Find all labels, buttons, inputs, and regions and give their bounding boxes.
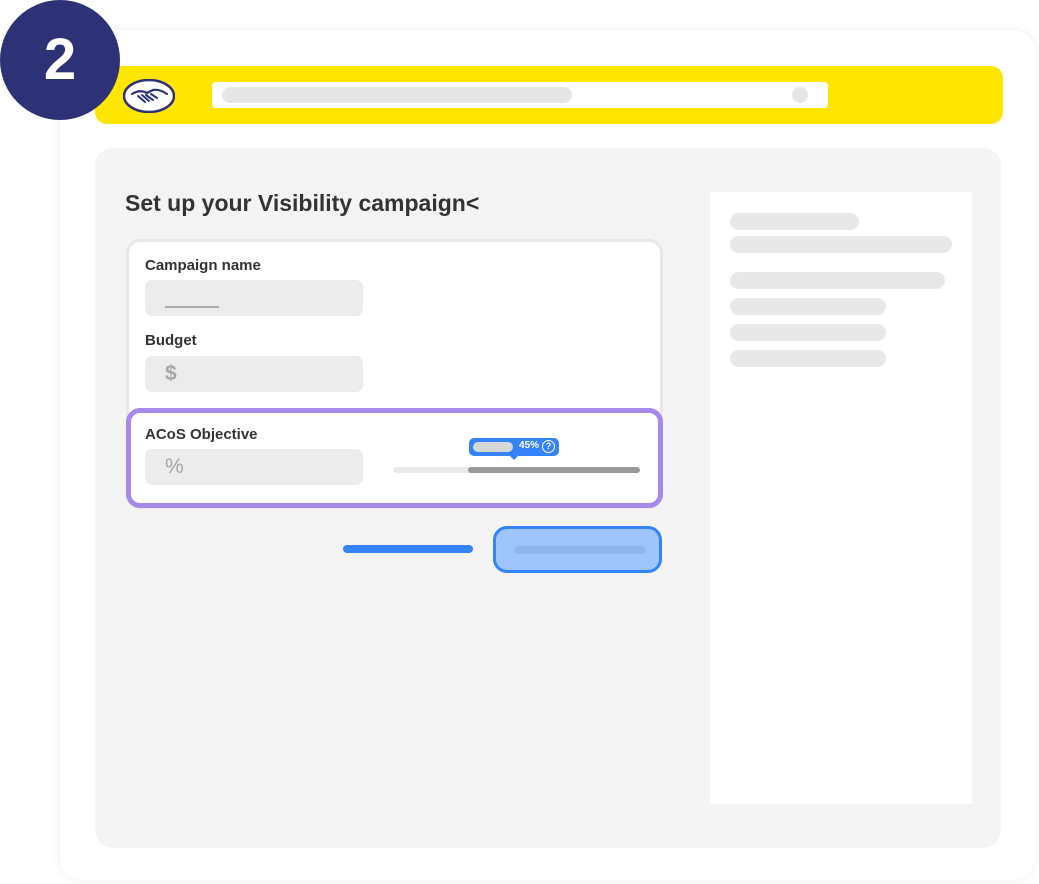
acos-objective-input[interactable]: % [145, 449, 363, 485]
side-panel [710, 192, 972, 804]
page-title: Set up your Visibility campaign< [125, 190, 480, 216]
search-input[interactable] [212, 82, 828, 108]
skeleton-line [730, 298, 886, 315]
acos-slider-fill [468, 467, 640, 473]
campaign-name-input[interactable] [145, 280, 363, 316]
input-text-placeholder [165, 306, 219, 308]
skeleton-line [730, 350, 886, 367]
search-placeholder-bar [222, 87, 572, 103]
secondary-action-link[interactable] [343, 545, 473, 553]
percent-symbol: % [165, 455, 184, 478]
currency-symbol: $ [165, 362, 177, 385]
skeleton-line [730, 236, 952, 253]
skeleton-line [730, 272, 945, 289]
budget-label: Budget [145, 332, 197, 349]
acos-slider[interactable] [393, 467, 640, 473]
step-number-badge: 2 [0, 0, 120, 120]
budget-input[interactable]: $ [145, 356, 363, 392]
skeleton-line [730, 324, 886, 341]
header-bar [95, 66, 1003, 124]
handshake-icon[interactable] [123, 79, 175, 113]
primary-action-button[interactable] [493, 526, 662, 573]
acos-objective-label: ACoS Objective [145, 426, 258, 443]
skeleton-line [730, 213, 859, 230]
primary-button-label-bar [514, 546, 646, 554]
search-icon[interactable] [792, 87, 808, 103]
help-icon[interactable]: ? [542, 440, 555, 453]
slider-value: 45% [519, 440, 540, 451]
tooltip-label-bar [473, 442, 513, 452]
slider-value-tooltip: 45% ? [469, 438, 559, 460]
campaign-name-label: Campaign name [145, 257, 261, 274]
